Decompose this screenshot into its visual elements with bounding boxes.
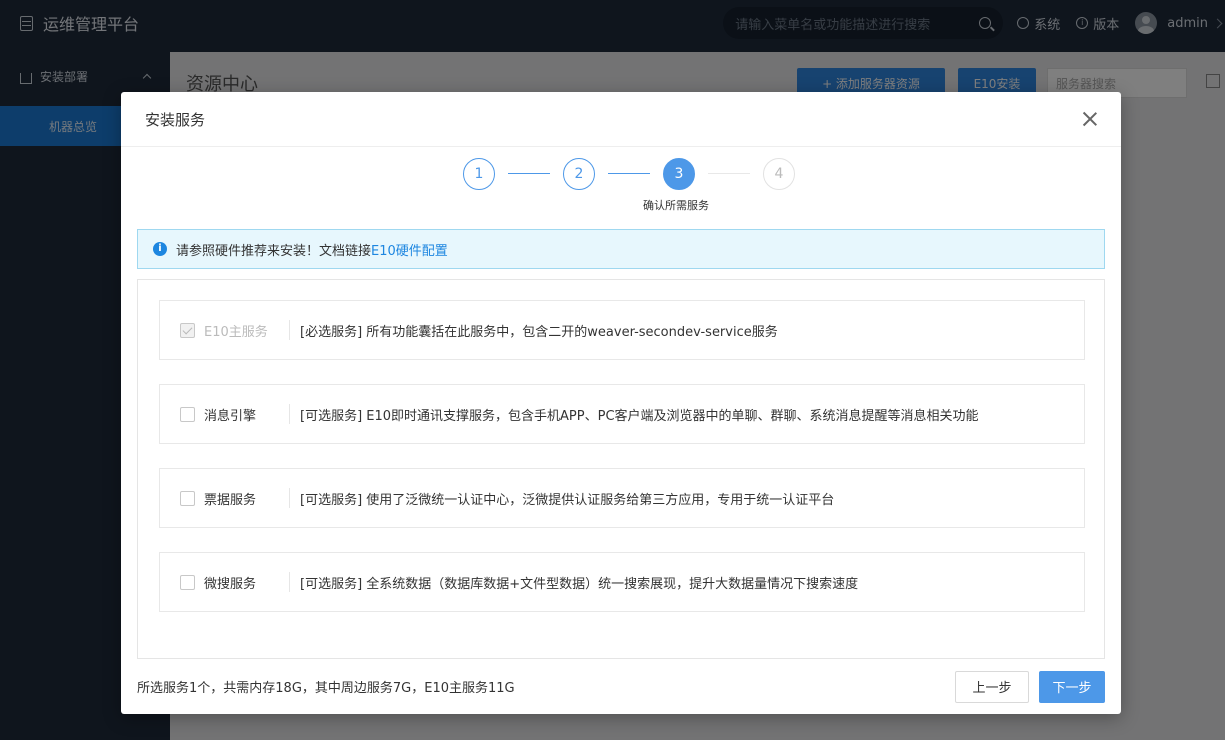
- step-connector: [608, 173, 650, 175]
- service-row-micro-search[interactable]: 微搜服务 [可选服务] 全系统数据（数据库数据+文件型数据）统一搜索展现，提升大…: [159, 552, 1085, 612]
- step-indicator: 1 2 3 4 确认所需服务: [121, 158, 1121, 218]
- service-name: E10主服务: [204, 324, 268, 340]
- divider: [289, 488, 290, 508]
- step-1: 1: [463, 158, 495, 190]
- service-description: [可选服务] 使用了泛微统一认证中心，泛微提供认证服务给第三方应用，专用于统一认…: [300, 492, 835, 508]
- service-checkbox[interactable]: [180, 490, 195, 506]
- info-alert: i 请参照硬件推荐来安装！文档链接 E10硬件配置: [137, 229, 1105, 269]
- install-service-modal: 安装服务 1 2 3 4 确认所需服务 i 请参照硬件推荐来安装！文档链接 E1…: [121, 92, 1121, 714]
- step-3: 3: [663, 158, 695, 190]
- service-checkbox: [180, 322, 195, 338]
- service-description: [可选服务] E10即时通讯支撑服务，包含手机APP、PC客户端及浏览器中的单聊…: [300, 408, 979, 424]
- next-step-button[interactable]: 下一步: [1039, 670, 1105, 703]
- info-text: 请参照硬件推荐来安装！文档链接: [176, 243, 372, 259]
- step-2: 2: [563, 158, 595, 190]
- modal-footer: 所选服务1个，共需内存18G，其中周边服务7G，E10主服务11G 上一步 下一…: [121, 659, 1121, 714]
- divider: [289, 572, 290, 592]
- service-row-message-engine[interactable]: 消息引擎 [可选服务] E10即时通讯支撑服务，包含手机APP、PC客户端及浏览…: [159, 384, 1085, 444]
- service-name[interactable]: 消息引擎: [204, 405, 289, 424]
- step-3-label: 确认所需服务: [643, 199, 709, 212]
- hardware-config-link[interactable]: E10硬件配置: [371, 240, 448, 259]
- service-list: E10主服务 [必选服务] 所有功能囊括在此服务中，包含二开的weaver-se…: [137, 279, 1105, 659]
- divider: [289, 404, 290, 424]
- service-description: [可选服务] 全系统数据（数据库数据+文件型数据）统一搜索展现，提升大数据量情况…: [300, 576, 859, 592]
- service-name[interactable]: 票据服务: [204, 489, 289, 508]
- close-icon[interactable]: [1083, 112, 1097, 126]
- step-connector: [708, 173, 750, 175]
- modal-header: 安装服务: [121, 92, 1121, 147]
- service-description: [必选服务] 所有功能囊括在此服务中，包含二开的weaver-secondev-…: [300, 324, 778, 340]
- prev-step-button[interactable]: 上一步: [955, 670, 1029, 703]
- modal-title: 安装服务: [145, 110, 206, 129]
- step-connector: [508, 173, 550, 175]
- info-icon: i: [153, 242, 167, 256]
- service-row-e10-main: E10主服务 [必选服务] 所有功能囊括在此服务中，包含二开的weaver-se…: [159, 300, 1085, 360]
- service-checkbox[interactable]: [180, 574, 195, 590]
- step-4: 4: [763, 158, 795, 190]
- service-checkbox[interactable]: [180, 406, 195, 422]
- service-name[interactable]: 微搜服务: [204, 573, 289, 592]
- divider: [289, 320, 290, 340]
- service-row-ticket[interactable]: 票据服务 [可选服务] 使用了泛微统一认证中心，泛微提供认证服务给第三方应用，专…: [159, 468, 1085, 528]
- selection-summary: 所选服务1个，共需内存18G，其中周边服务7G，E10主服务11G: [137, 681, 515, 696]
